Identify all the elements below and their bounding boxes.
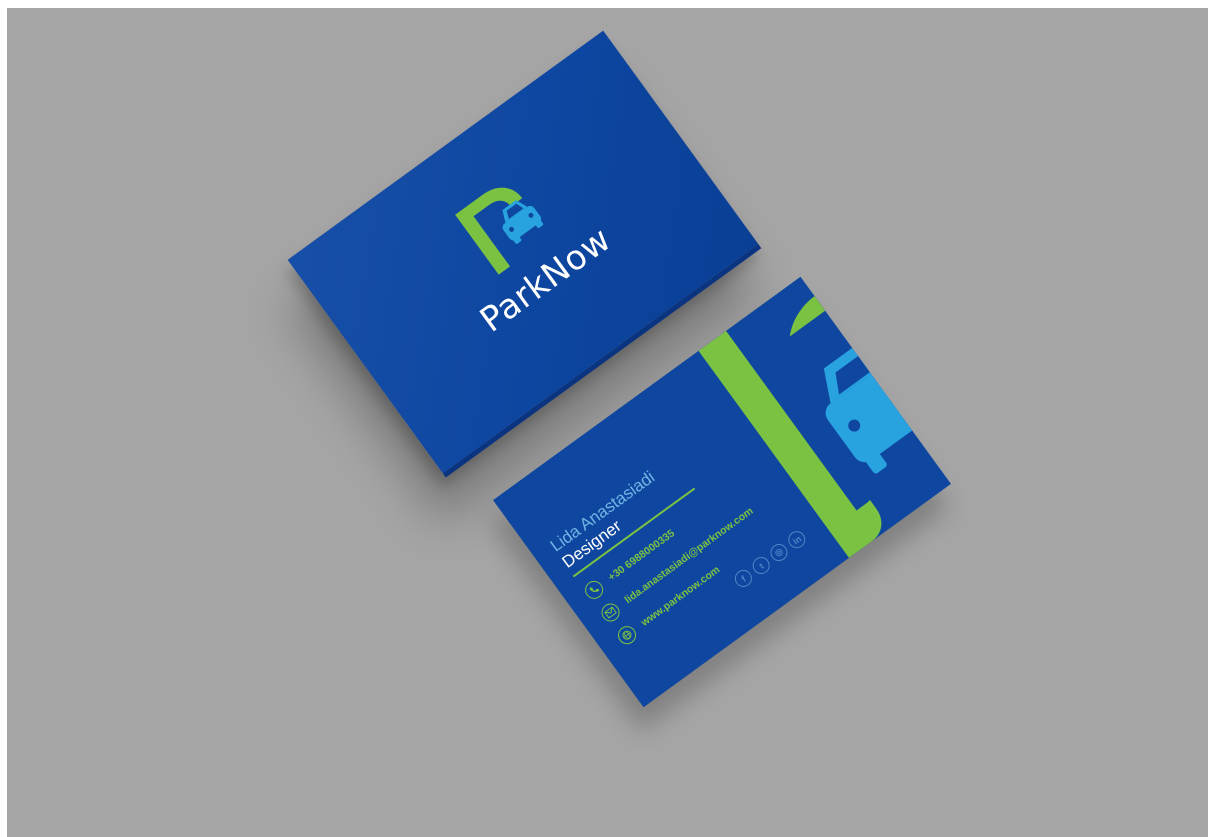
parknow-logo: ParkNow — [410, 138, 636, 359]
photo-scene: ParkNow Lida Anastasiadi Designer +30 69… — [7, 8, 1208, 837]
